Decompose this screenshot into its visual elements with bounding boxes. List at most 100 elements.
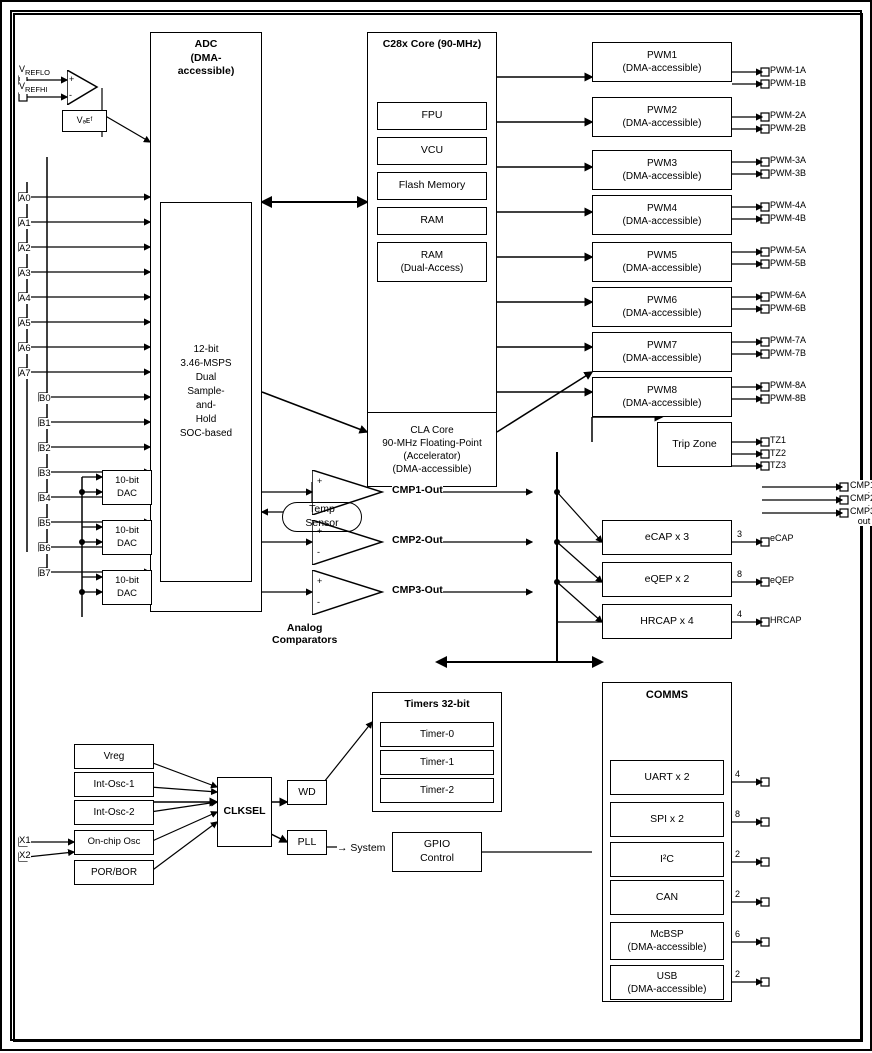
cmp3-symbol: + - bbox=[312, 570, 392, 615]
pwm3a-label: PWM-3A bbox=[770, 155, 806, 165]
a0-label: A0 bbox=[19, 193, 31, 204]
a5-label: A5 bbox=[19, 318, 31, 329]
flash-block: Flash Memory bbox=[377, 172, 487, 200]
eqep-pin-label: eQEP bbox=[770, 575, 794, 585]
ram2-block: RAM(Dual-Access) bbox=[377, 242, 487, 282]
vreg-block: Vreg bbox=[74, 744, 154, 769]
pwm5-block: PWM5(DMA-accessible) bbox=[592, 242, 732, 282]
i2c-block: I²C bbox=[610, 842, 724, 877]
pwm2b-label: PWM-2B bbox=[770, 123, 806, 133]
spi-block: SPI x 2 bbox=[610, 802, 724, 837]
pwm5b-label: PWM-5B bbox=[770, 258, 806, 268]
pwm6a-label: PWM-6A bbox=[770, 290, 806, 300]
a1-label: A1 bbox=[19, 218, 31, 229]
can-block: CAN bbox=[610, 880, 724, 915]
system-label: → System bbox=[337, 842, 385, 854]
pwm6-block: PWM6(DMA-accessible) bbox=[592, 287, 732, 327]
x2-label: X2 bbox=[19, 850, 31, 861]
block-diagram: 6 3 8 4 bbox=[0, 0, 872, 1051]
svg-text:+: + bbox=[317, 576, 322, 586]
b6-label: B6 bbox=[39, 543, 51, 554]
pwm6b-label: PWM-6B bbox=[770, 303, 806, 313]
intosc1-block: Int-Osc-1 bbox=[74, 772, 154, 797]
b0-label: B0 bbox=[39, 393, 51, 404]
cmp1-out-label: CMP1-Out bbox=[392, 484, 443, 496]
clksel-block: CLKSEL bbox=[217, 777, 272, 847]
b3-label: B3 bbox=[39, 468, 51, 479]
opamp-symbol: + - bbox=[67, 70, 102, 105]
tz1-label: TZ1 bbox=[770, 435, 786, 445]
pwm2-block: PWM2(DMA-accessible) bbox=[592, 97, 732, 137]
pwm7b-label: PWM-7B bbox=[770, 348, 806, 358]
comms-title: COMMS bbox=[603, 688, 731, 702]
tz2-label: TZ2 bbox=[770, 448, 786, 458]
cla-label: CLA Core90-MHz Floating-Point(Accelerato… bbox=[382, 424, 481, 476]
dac2-block: 10-bitDAC bbox=[102, 520, 152, 555]
pwm8a-label: PWM-8A bbox=[770, 380, 806, 390]
dac1-block: 10-bitDAC bbox=[102, 470, 152, 505]
b7-label: B7 bbox=[39, 568, 51, 579]
ram1-block: RAM bbox=[377, 207, 487, 235]
pwm1a-label: PWM-1A bbox=[770, 65, 806, 75]
cmp2-symbol: + - bbox=[312, 520, 392, 565]
eqep-block: eQEP x 2 bbox=[602, 562, 732, 597]
timer2-block: Timer-2 bbox=[380, 778, 494, 803]
pwm4b-label: PWM-4B bbox=[770, 213, 806, 223]
pll-block: PLL bbox=[287, 830, 327, 855]
pwm2a-label: PWM-2A bbox=[770, 110, 806, 120]
pwm8b-label: PWM-8B bbox=[770, 393, 806, 403]
x1-label: X1 bbox=[19, 835, 31, 846]
pwm8-block: PWM8(DMA-accessible) bbox=[592, 377, 732, 417]
vref-block: Vₔᴇᶠ bbox=[62, 110, 107, 132]
adc-inner-block: 12-bit3.46-MSPSDualSample-and-HoldSOC-ba… bbox=[160, 202, 252, 582]
hrcap-block: HRCAP x 4 bbox=[602, 604, 732, 639]
svg-text:-: - bbox=[69, 90, 72, 100]
pwm3-block: PWM3(DMA-accessible) bbox=[592, 150, 732, 190]
pwm3b-label: PWM-3B bbox=[770, 168, 806, 178]
adc-title: ADC(DMA-accessible) bbox=[151, 38, 261, 79]
pwm1-block: PWM1(DMA-accessible) bbox=[592, 42, 732, 82]
timer0-block: Timer-0 bbox=[380, 722, 494, 747]
timer1-block: Timer-1 bbox=[380, 750, 494, 775]
cmp3out-label: CMP3-out bbox=[850, 506, 872, 526]
b1-label: B1 bbox=[39, 418, 51, 429]
porbor-block: POR/BOR bbox=[74, 860, 154, 885]
pwm7-block: PWM7(DMA-accessible) bbox=[592, 332, 732, 372]
a3-label: A3 bbox=[19, 268, 31, 279]
wd-block: WD bbox=[287, 780, 327, 805]
analog-comparators-label: AnalogComparators bbox=[272, 622, 337, 646]
a7-label: A7 bbox=[19, 368, 31, 379]
cmp3-out-label: CMP3-Out bbox=[392, 584, 443, 596]
trip-zone-block: Trip Zone bbox=[657, 422, 732, 467]
intosc2-block: Int-Osc-2 bbox=[74, 800, 154, 825]
tz3-label: TZ3 bbox=[770, 460, 786, 470]
pwm4-block: PWM4(DMA-accessible) bbox=[592, 195, 732, 235]
dac3-block: 10-bitDAC bbox=[102, 570, 152, 605]
hrcap-pin-label: HRCAP bbox=[770, 615, 802, 625]
pwm7a-label: PWM-7A bbox=[770, 335, 806, 345]
a4-label: A4 bbox=[19, 293, 31, 304]
fpu-block: FPU bbox=[377, 102, 487, 130]
vreflo-label: VREFLO bbox=[19, 64, 50, 77]
mcbsp-block: McBSP(DMA-accessible) bbox=[610, 922, 724, 960]
cmp2-out-label: CMP2-Out bbox=[392, 534, 443, 546]
pwm4a-label: PWM-4A bbox=[770, 200, 806, 210]
pwm1b-label: PWM-1B bbox=[770, 78, 806, 88]
svg-text:+: + bbox=[317, 476, 322, 486]
usb-block: USB(DMA-accessible) bbox=[610, 965, 724, 1000]
svg-text:-: - bbox=[317, 597, 320, 607]
a2-label: A2 bbox=[19, 243, 31, 254]
cmp1-symbol: + - bbox=[312, 470, 392, 515]
a6-label: A6 bbox=[19, 343, 31, 354]
uart-block: UART x 2 bbox=[610, 760, 724, 795]
vcu-block: VCU bbox=[377, 137, 487, 165]
ecap-pin-label: eCAP bbox=[770, 533, 794, 543]
onchip-osc-block: On-chip Osc bbox=[74, 830, 154, 855]
gpio-block: GPIOControl bbox=[392, 832, 482, 872]
svg-text:-: - bbox=[317, 547, 320, 557]
timers-title: Timers 32-bit bbox=[373, 698, 501, 712]
ecap-block: eCAP x 3 bbox=[602, 520, 732, 555]
svg-text:+: + bbox=[317, 526, 322, 536]
svg-text:+: + bbox=[69, 74, 74, 84]
b4-label: B4 bbox=[39, 493, 51, 504]
